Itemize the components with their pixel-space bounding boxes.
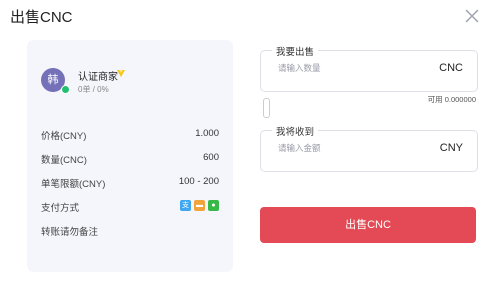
- quantity-label: 数量(CNC): [41, 155, 87, 166]
- limit-value: 100 - 200: [178, 176, 219, 187]
- merchant-verified-label: 认证商家: [78, 72, 118, 83]
- quantity-value: 600: [203, 152, 219, 163]
- sell-unit-label: CNC: [439, 62, 463, 74]
- alipay-icon: 支: [180, 200, 191, 211]
- transfer-note: 转账请勿备注: [41, 227, 99, 238]
- receive-field-legend: 我将收到: [272, 124, 319, 138]
- available-balance: 可用 0.000000: [427, 95, 476, 104]
- verified-diamond-icon: [117, 70, 125, 77]
- modal-title: 出售CNC: [10, 9, 73, 26]
- payment-methods: 支 ▬ ●: [180, 200, 219, 211]
- ad-details-card: 韩 认证商家 0单 / 0% 价格(CNY) 1.000 数量(CNC) 600…: [27, 40, 233, 272]
- wechat-icon: ●: [208, 200, 219, 211]
- payment-method-label: 支付方式: [41, 203, 80, 214]
- sell-submit-button[interactable]: 出售CNC: [260, 207, 476, 243]
- limit-label: 单笔限额(CNY): [41, 179, 106, 190]
- price-value: 1.000: [195, 128, 219, 139]
- receive-amount-input[interactable]: 请输入金额: [278, 142, 321, 154]
- receive-unit-label: CNY: [439, 142, 463, 154]
- sell-field-legend: 我要出售: [272, 44, 319, 58]
- price-label: 价格(CNY): [41, 131, 87, 142]
- field-link-connector: [263, 98, 270, 118]
- sell-amount-input[interactable]: 请输入数量: [278, 62, 321, 74]
- close-icon[interactable]: [464, 8, 480, 24]
- bank-card-icon: ▬: [194, 200, 205, 211]
- order-stats: 0单 / 0%: [78, 85, 109, 94]
- online-status-dot: [61, 85, 70, 94]
